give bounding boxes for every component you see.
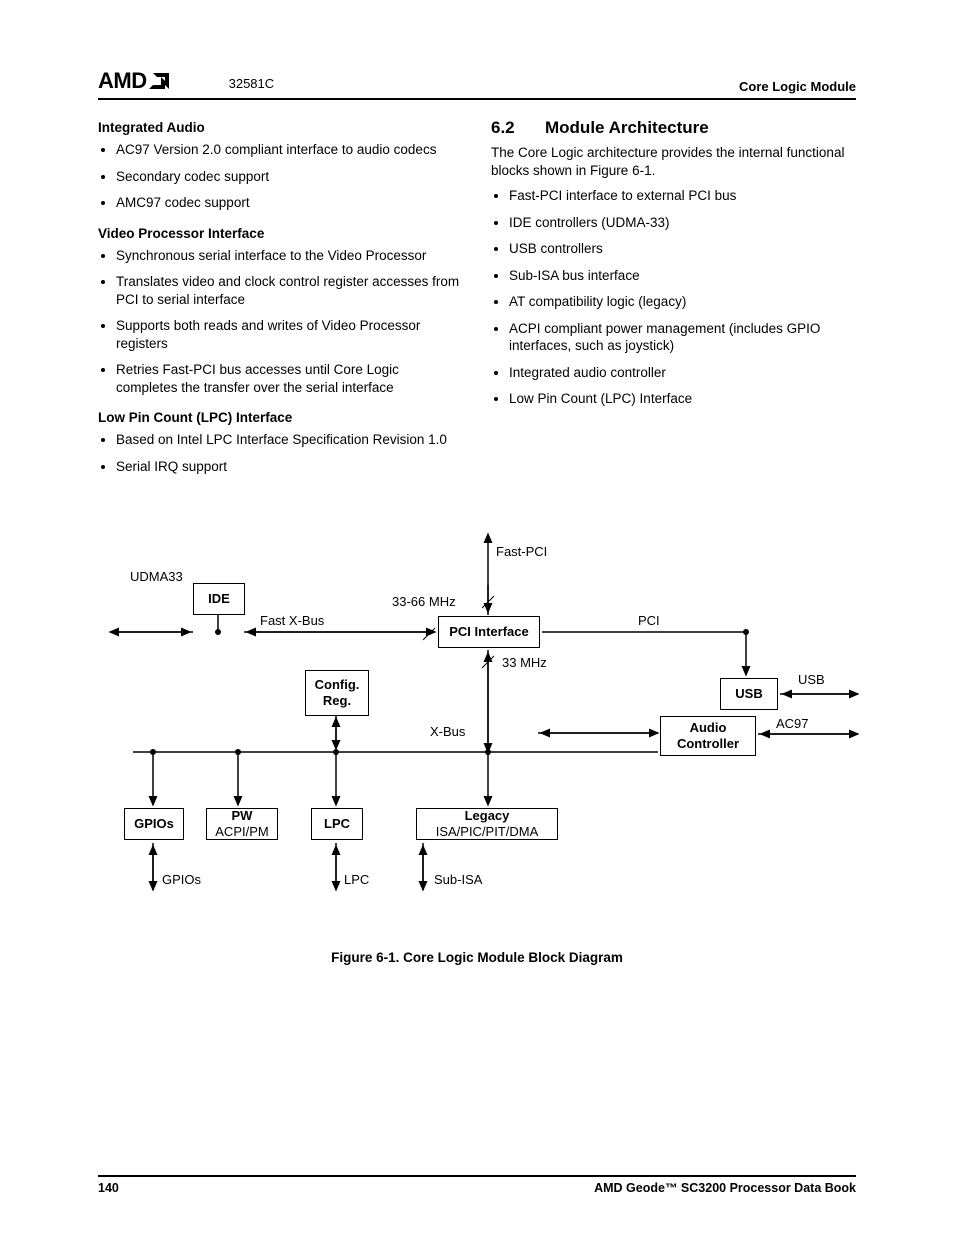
- box-usb: USB: [720, 678, 778, 710]
- label-lpc-ext: LPC: [344, 872, 369, 887]
- block-diagram: IDE Config.Reg. PCI Interface USB AudioC…: [98, 520, 858, 920]
- list-item: Based on Intel LPC Interface Specificati…: [116, 431, 463, 449]
- label-usb-ext: USB: [798, 672, 825, 687]
- section-heading: 6.2Module Architecture: [491, 118, 856, 138]
- amd-logo: AMD: [98, 68, 169, 94]
- list-item: AT compatibility logic (legacy): [509, 293, 856, 311]
- doc-number: 32581C: [229, 76, 275, 91]
- heading-integrated-audio: Integrated Audio: [98, 120, 463, 135]
- list-item: AC97 Version 2.0 compliant interface to …: [116, 141, 463, 159]
- list-integrated-audio: AC97 Version 2.0 compliant interface to …: [98, 141, 463, 212]
- label-fast-xbus: Fast X-Bus: [260, 613, 324, 628]
- list-item: Synchronous serial interface to the Vide…: [116, 247, 463, 265]
- box-legacy: LegacyISA/PIC/PIT/DMA: [416, 808, 558, 840]
- label-33mhz: 33 MHz: [502, 655, 547, 670]
- list-item: Secondary codec support: [116, 168, 463, 186]
- label-subisa: Sub-ISA: [434, 872, 482, 887]
- label-33-66mhz: 33-66 MHz: [392, 594, 456, 609]
- list-item: Low Pin Count (LPC) Interface: [509, 390, 856, 408]
- box-pci-interface: PCI Interface: [438, 616, 540, 648]
- label-fast-pci: Fast-PCI: [496, 544, 547, 559]
- module-title: Core Logic Module: [739, 79, 856, 94]
- list-item: Translates video and clock control regis…: [116, 273, 463, 308]
- box-config-reg: Config.Reg.: [305, 670, 369, 716]
- heading-video-processor: Video Processor Interface: [98, 226, 463, 241]
- label-pci: PCI: [638, 613, 660, 628]
- list-item: USB controllers: [509, 240, 856, 258]
- list-item: AMC97 codec support: [116, 194, 463, 212]
- list-lpc: Based on Intel LPC Interface Specificati…: [98, 431, 463, 475]
- list-architecture: Fast-PCI interface to external PCI bus I…: [491, 187, 856, 408]
- label-gpios-ext: GPIOs: [162, 872, 201, 887]
- page-number: 140: [98, 1181, 119, 1195]
- page-footer: 140 AMD Geode™ SC3200 Processor Data Boo…: [98, 1175, 856, 1195]
- box-gpios: GPIOs: [124, 808, 184, 840]
- list-video-processor: Synchronous serial interface to the Vide…: [98, 247, 463, 397]
- label-udma33: UDMA33: [130, 569, 183, 584]
- list-item: ACPI compliant power management (include…: [509, 320, 856, 355]
- list-item: IDE controllers (UDMA-33): [509, 214, 856, 232]
- book-title: AMD Geode™ SC3200 Processor Data Book: [594, 1181, 856, 1195]
- box-audio-controller: AudioController: [660, 716, 756, 756]
- list-item: Retries Fast-PCI bus accesses until Core…: [116, 361, 463, 396]
- list-item: Serial IRQ support: [116, 458, 463, 476]
- label-ac97: AC97: [776, 716, 809, 731]
- figure-caption: Figure 6-1. Core Logic Module Block Diag…: [98, 950, 856, 965]
- box-lpc: LPC: [311, 808, 363, 840]
- list-item: Supports both reads and writes of Video …: [116, 317, 463, 352]
- page-header: AMD 32581C Core Logic Module: [98, 68, 856, 100]
- label-xbus: X-Bus: [430, 724, 465, 739]
- right-column: 6.2Module Architecture The Core Logic ar…: [491, 118, 856, 490]
- list-item: Sub-ISA bus interface: [509, 267, 856, 285]
- list-item: Integrated audio controller: [509, 364, 856, 382]
- heading-lpc: Low Pin Count (LPC) Interface: [98, 410, 463, 425]
- list-item: Fast-PCI interface to external PCI bus: [509, 187, 856, 205]
- box-ide: IDE: [193, 583, 245, 615]
- box-pw: PWACPI/PM: [206, 808, 278, 840]
- intro-paragraph: The Core Logic architecture provides the…: [491, 144, 856, 179]
- left-column: Integrated Audio AC97 Version 2.0 compli…: [98, 118, 463, 490]
